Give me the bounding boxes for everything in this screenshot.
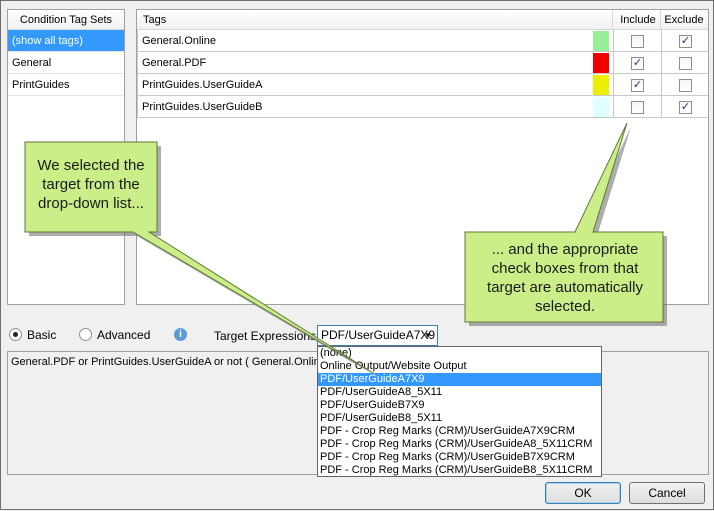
dropdown-option[interactable]: PDF/UserGuideB8_5X11 <box>318 412 601 425</box>
dropdown-option[interactable]: PDF/UserGuideA8_5X11 <box>318 386 601 399</box>
column-header-exclude[interactable]: Exclude <box>661 10 707 30</box>
exclude-checkbox[interactable] <box>679 79 692 92</box>
exclude-cell: ✓ <box>661 96 709 118</box>
table-row: PrintGuides.UserGuideA ✓ <box>137 74 708 96</box>
table-row: PrintGuides.UserGuideB ✓ <box>137 96 708 118</box>
tag-set-item-show-all[interactable]: (show all tags) <box>8 30 124 52</box>
dropdown-option-selected[interactable]: PDF/UserGuideA7X9 <box>318 373 601 386</box>
include-cell <box>613 96 661 118</box>
include-checkbox[interactable]: ✓ <box>631 57 644 70</box>
dropdown-option[interactable]: PDF - Crop Reg Marks (CRM)/UserGuideA8_5… <box>318 438 601 451</box>
exclude-checkbox[interactable] <box>679 57 692 70</box>
include-cell: ✓ <box>613 74 661 96</box>
target-expressions-value: PDF/UserGuideA7X9 <box>321 328 436 342</box>
basic-radio[interactable] <box>9 328 22 341</box>
info-icon[interactable]: i <box>174 328 187 341</box>
chevron-down-icon[interactable]: ▼ <box>421 327 435 344</box>
tag-color-swatch[interactable] <box>593 75 609 95</box>
callout-left-text: We selected the target from the drop-dow… <box>37 157 145 212</box>
exclude-checkbox[interactable]: ✓ <box>679 35 692 48</box>
tag-color-swatch[interactable] <box>593 31 609 51</box>
dropdown-option[interactable]: PDF - Crop Reg Marks (CRM)/UserGuideB7X9… <box>318 451 601 464</box>
table-row: General.Online ✓ <box>137 30 708 52</box>
tag-set-item-general[interactable]: General <box>8 52 124 74</box>
include-checkbox[interactable] <box>631 101 644 114</box>
condition-tag-sets-header: Condition Tag Sets <box>8 10 124 30</box>
cancel-button[interactable]: Cancel <box>629 482 705 504</box>
tag-name: General.PDF <box>142 57 207 69</box>
callout-right-text: ... and the appropriate check boxes from… <box>487 241 643 315</box>
advanced-label[interactable]: Advanced <box>97 328 150 342</box>
target-expressions-label: Target Expressions: <box>214 329 320 343</box>
tag-set-item-printguides[interactable]: PrintGuides <box>8 74 124 96</box>
column-divider <box>612 10 613 30</box>
ok-button[interactable]: OK <box>545 482 621 504</box>
exclude-cell <box>661 74 709 96</box>
exclude-cell: ✓ <box>661 30 709 52</box>
target-expressions-select[interactable]: PDF/UserGuideA7X9 ▼ <box>317 325 438 346</box>
condition-tags-dialog: Condition Tag Sets (show all tags) Gener… <box>0 0 714 510</box>
include-checkbox[interactable] <box>631 35 644 48</box>
exclude-checkbox[interactable]: ✓ <box>679 101 692 114</box>
exclude-cell <box>661 52 709 74</box>
expression-text: General.PDF or PrintGuides.UserGuideA or… <box>11 356 336 368</box>
dropdown-option[interactable]: (none) <box>318 347 601 360</box>
include-checkbox[interactable]: ✓ <box>631 79 644 92</box>
tag-name: General.Online <box>142 35 216 47</box>
basic-label[interactable]: Basic <box>27 328 56 342</box>
include-cell: ✓ <box>613 52 661 74</box>
advanced-radio[interactable] <box>79 328 92 341</box>
column-header-include[interactable]: Include <box>615 10 661 30</box>
target-expressions-dropdown: (none) Online Output/Website Output PDF/… <box>317 346 602 477</box>
table-row: General.PDF ✓ <box>137 52 708 74</box>
dropdown-option[interactable]: PDF - Crop Reg Marks (CRM)/UserGuideB8_5… <box>318 464 601 477</box>
tag-name: PrintGuides.UserGuideA <box>142 79 263 91</box>
tag-color-swatch[interactable] <box>593 97 609 117</box>
include-cell <box>613 30 661 52</box>
tag-name: PrintGuides.UserGuideB <box>142 101 263 113</box>
tag-color-swatch[interactable] <box>593 53 609 73</box>
tags-grid-header: Tags Include Exclude <box>137 10 708 30</box>
tags-grid-rows: General.Online ✓ General.PDF ✓ PrintGuid… <box>137 30 708 118</box>
column-header-tags[interactable]: Tags <box>143 10 166 30</box>
dropdown-option[interactable]: Online Output/Website Output <box>318 360 601 373</box>
dropdown-option[interactable]: PDF/UserGuideB7X9 <box>318 399 601 412</box>
dropdown-option[interactable]: PDF - Crop Reg Marks (CRM)/UserGuideA7X9… <box>318 425 601 438</box>
